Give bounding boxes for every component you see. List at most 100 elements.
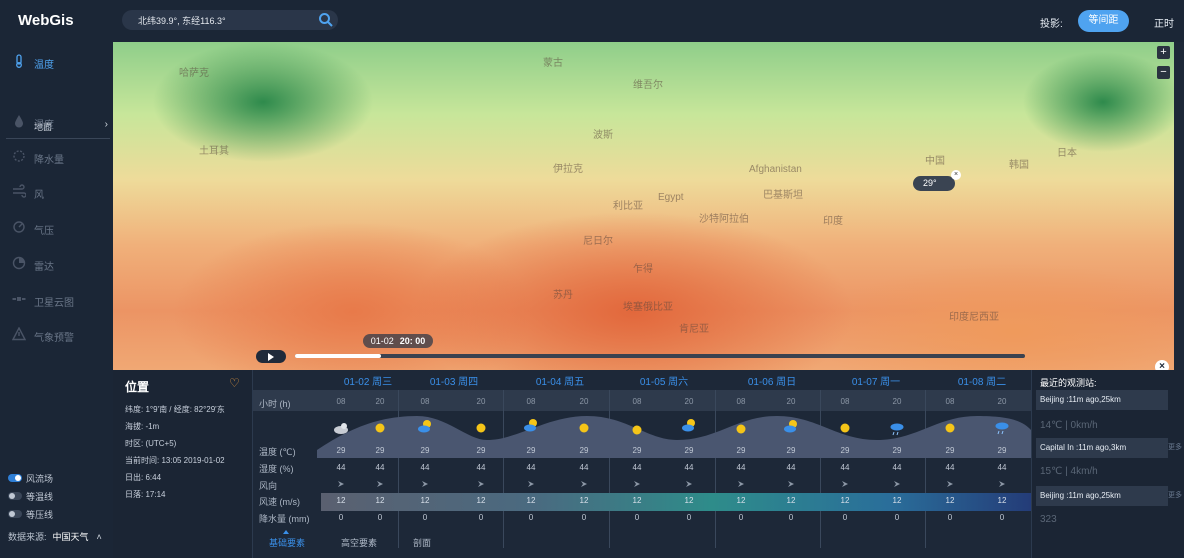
timeline-time-label: 01-02 20: 00 (363, 334, 433, 348)
favorite-heart-icon[interactable]: ♡ (229, 376, 240, 390)
sidebar-item-satellite[interactable]: 卫星云图 (12, 292, 112, 312)
more-link[interactable]: 更多 (1168, 486, 1182, 506)
wind-speed-cell: 12 (684, 496, 694, 505)
projection-label: 投影: (1040, 19, 1063, 30)
temperature-cell: 29 (786, 446, 796, 455)
tab-basic-elements[interactable]: 基础要素 (269, 530, 305, 549)
weather-map[interactable]: 哈萨克 蒙古 维吾尔 土耳其 波斯 伊拉克 利比亚 Egypt 沙特阿拉伯 印度… (113, 42, 1174, 370)
more-link[interactable]: 更多 (1168, 438, 1182, 458)
toggle-isotherm[interactable]: 等温线 (8, 490, 112, 504)
search-box[interactable]: 北纬39.9°, 东经116.3° (122, 10, 338, 30)
toggle-isobar[interactable]: 等压线 (8, 508, 112, 522)
partly-cloudy-icon (784, 420, 797, 433)
station-value: 14℃ | 0km/h (1040, 420, 1098, 431)
wind-direction-arrow-icon (634, 481, 640, 487)
wind-direction-arrow-icon (422, 481, 428, 487)
timeline-slider[interactable] (295, 354, 1025, 358)
sidebar-item-label: 气压 (34, 226, 54, 237)
station-item[interactable]: Capital In :11m ago,3km 更多 (1036, 438, 1182, 458)
sidebar-item-warning[interactable]: 气象预警 (12, 327, 112, 347)
day-header[interactable]: 01-06 周日 (722, 373, 822, 388)
temperature-popup[interactable]: 29° × (913, 170, 961, 191)
day-header[interactable]: 01-05 周六 (614, 373, 714, 388)
temperature-cell: 29 (840, 446, 850, 455)
sidebar-item-label: 风 (34, 190, 44, 201)
day-header[interactable]: 01-08 周二 (932, 373, 1032, 388)
wind-direction-arrow-icon (894, 481, 900, 487)
toggle-switch[interactable] (8, 474, 22, 482)
temperature-label: 温度 (℃) (259, 447, 296, 457)
map-label: 土耳其 (199, 146, 229, 157)
temperature-cell: 29 (476, 446, 486, 455)
hour-cell: 08 (632, 397, 642, 406)
precipitation-cell: 0 (478, 513, 484, 522)
data-source[interactable]: 数据来源: 中国天气 ˄ (8, 530, 102, 543)
toggle-switch[interactable] (8, 492, 22, 500)
day-header[interactable]: 01-07 周一 (826, 373, 926, 388)
station-item[interactable]: Beijing :11m ago,25km (1036, 390, 1168, 410)
warning-icon (12, 327, 26, 341)
wind-direction-arrow-icon (738, 481, 744, 487)
hour-cell: 20 (684, 397, 694, 406)
radar-icon (12, 256, 26, 270)
tab-upper-air[interactable]: 高空要素 (341, 536, 377, 549)
partly-cloudy-icon (524, 419, 537, 432)
projection-equidistant-button[interactable]: 等间距 (1078, 10, 1129, 32)
chevron-up-icon[interactable]: ˄ (97, 532, 102, 542)
forecast-table: 01-02 周三 01-03 周四 01-04 周五 01-05 周六 01-0… (253, 370, 1031, 558)
map-label: Egypt (658, 192, 684, 203)
hour-cell: 08 (840, 397, 850, 406)
timeline-date: 01-02 (370, 336, 394, 346)
humidity-cell: 44 (420, 463, 430, 472)
search-input[interactable]: 北纬39.9°, 东经116.3° (138, 14, 226, 27)
hour-cell: 20 (786, 397, 796, 406)
zoom-out-button[interactable]: − (1157, 66, 1170, 79)
sidebar-item-temperature[interactable]: 温度 (12, 54, 112, 74)
wind-direction-arrow-icon (338, 481, 344, 487)
sidebar-item-label: 湿度 (34, 120, 54, 131)
data-source-value[interactable]: 中国天气 (53, 532, 89, 542)
precipitation-cell: 0 (634, 513, 640, 522)
tab-profile[interactable]: 剖面 (413, 536, 431, 549)
station-name: Beijing :11m ago,25km (1040, 395, 1121, 404)
wind-speed-cell: 12 (632, 496, 642, 505)
day-header[interactable]: 01-04 周五 (510, 373, 610, 388)
observations-title: 最近的观测站: (1040, 378, 1097, 388)
day-header[interactable]: 01-03 周四 (404, 373, 504, 388)
wind-speed-cell: 12 (736, 496, 746, 505)
day-header[interactable]: 01-02 周三 (318, 373, 418, 388)
toggle-wind-flow[interactable]: 风流场 (8, 472, 112, 486)
map-label: 乍得 (633, 264, 653, 275)
wind-direction-label: 风向 (259, 481, 278, 491)
temperature-cell: 29 (997, 446, 1007, 455)
close-icon[interactable]: × (951, 170, 961, 180)
zoom-in-button[interactable]: + (1157, 46, 1170, 59)
wind-direction-arrow-icon (581, 481, 587, 487)
sidebar-item-precipitation[interactable]: 降水量 (12, 149, 112, 169)
wind-speed-cell: 12 (476, 496, 486, 505)
projection-option-right[interactable]: 正时 (1154, 15, 1174, 30)
humidity-icon (15, 115, 23, 128)
hour-cell: 08 (736, 397, 746, 406)
humidity-cell: 44 (632, 463, 642, 472)
sidebar-item-wind[interactable]: 风 (12, 184, 112, 204)
humidity-cell: 44 (997, 463, 1007, 472)
sidebar-item-radar[interactable]: 雷达 (12, 256, 112, 276)
toggle-switch[interactable] (8, 510, 22, 518)
wind-speed-cell: 12 (786, 496, 796, 505)
sidebar-item-pressure[interactable]: 气压 (12, 220, 112, 240)
toggle-label: 风流场 (26, 474, 54, 484)
precipitation-icon (13, 150, 25, 162)
precipitation-cell: 0 (894, 513, 900, 522)
sun-icon (632, 425, 642, 435)
pressure-icon (13, 221, 25, 233)
play-button[interactable] (256, 350, 286, 363)
map-label: 肯尼亚 (679, 324, 709, 335)
wind-speed-cell: 12 (579, 496, 589, 505)
station-item[interactable]: Beijing :11m ago,25km 更多 (1036, 486, 1182, 506)
map-label: 哈萨克 (179, 68, 209, 79)
hour-cell: 20 (997, 397, 1007, 406)
precipitation-cell: 0 (422, 513, 428, 522)
sidebar-item-humidity[interactable]: 湿度 (12, 114, 112, 134)
search-icon[interactable] (318, 12, 334, 28)
